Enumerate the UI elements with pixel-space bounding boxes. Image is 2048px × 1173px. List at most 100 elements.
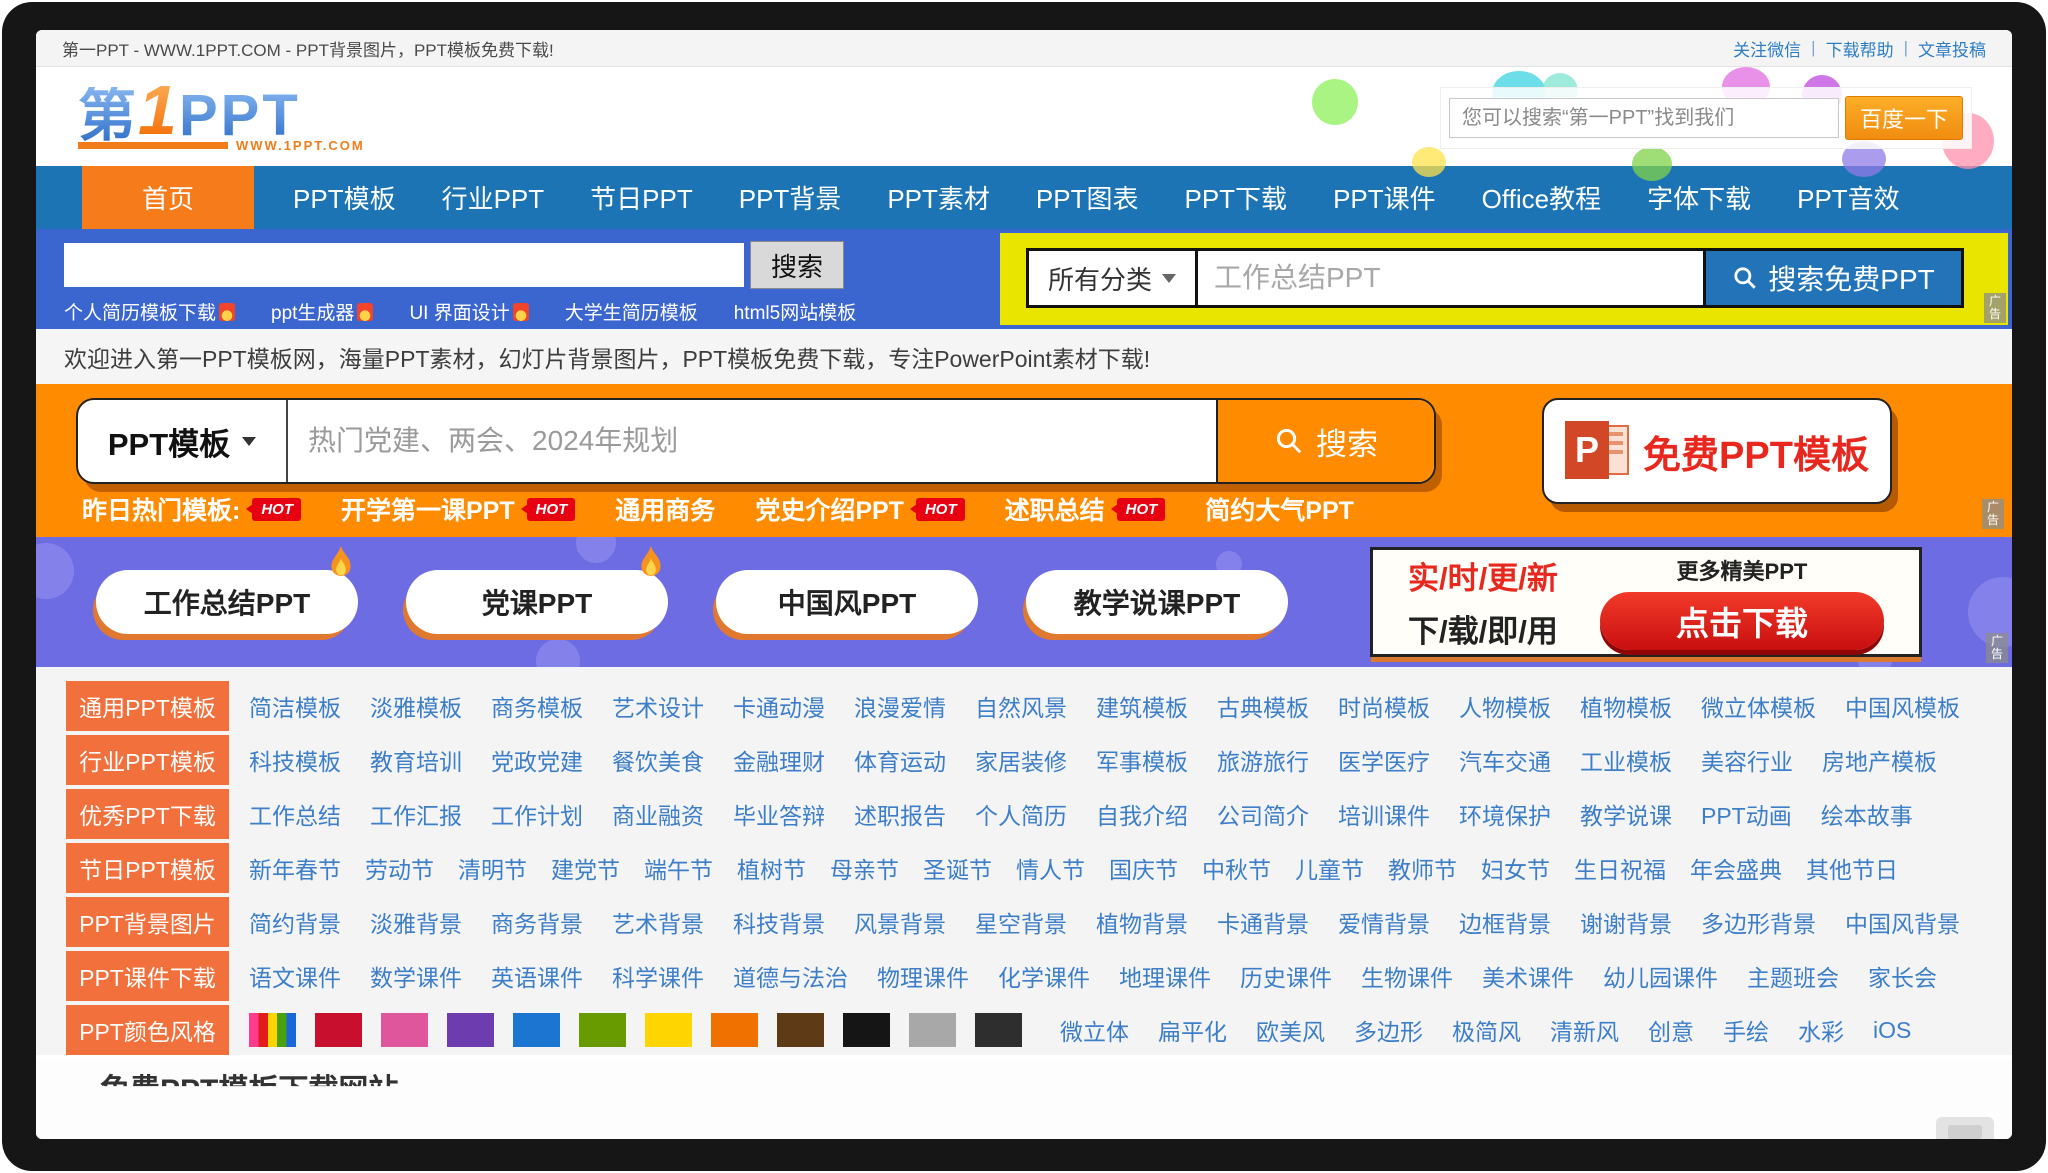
- baidu-search-input[interactable]: [1449, 98, 1839, 138]
- style-link[interactable]: 清新风: [1550, 1013, 1619, 1047]
- nav-item[interactable]: PPT背景: [716, 166, 865, 229]
- nav-item[interactable]: PPT音效: [1774, 166, 1923, 229]
- category-pill-button[interactable]: 中国风PPT: [716, 570, 978, 634]
- category-link[interactable]: 科技模板: [249, 743, 341, 777]
- category-link[interactable]: 教师节: [1388, 851, 1457, 885]
- category-link[interactable]: 道德与法治: [733, 959, 848, 993]
- category-link[interactable]: 卡通背景: [1217, 905, 1309, 939]
- category-link[interactable]: 谢谢背景: [1580, 905, 1672, 939]
- category-link[interactable]: 家长会: [1868, 959, 1937, 993]
- category-link[interactable]: 工作总结: [249, 797, 341, 831]
- category-link[interactable]: 公司简介: [1217, 797, 1309, 831]
- color-swatch[interactable]: [777, 1013, 824, 1047]
- category-link[interactable]: 中国风背景: [1845, 905, 1960, 939]
- template-type-dropdown[interactable]: PPT模板: [78, 400, 288, 482]
- quick-link[interactable]: ppt生成器: [271, 298, 373, 325]
- category-search-button[interactable]: 搜索免费PPT: [1706, 248, 1964, 308]
- category-link[interactable]: 人物模板: [1459, 689, 1551, 723]
- category-link[interactable]: 汽车交通: [1459, 743, 1551, 777]
- template-search-input[interactable]: [288, 400, 1216, 482]
- quick-link[interactable]: UI 界面设计: [409, 298, 528, 325]
- category-link[interactable]: 化学课件: [998, 959, 1090, 993]
- row-label[interactable]: 行业PPT模板: [66, 735, 229, 785]
- floating-widget[interactable]: [1936, 1117, 1994, 1139]
- category-link[interactable]: 卡通动漫: [733, 689, 825, 723]
- nav-item[interactable]: 首页: [82, 166, 254, 229]
- category-link[interactable]: 自我介绍: [1096, 797, 1188, 831]
- category-link[interactable]: 微立体模板: [1701, 689, 1816, 723]
- category-link[interactable]: 淡雅模板: [370, 689, 462, 723]
- color-swatch[interactable]: [579, 1013, 626, 1047]
- category-link[interactable]: 年会盛典: [1690, 851, 1782, 885]
- category-link[interactable]: 艺术背景: [612, 905, 704, 939]
- style-link[interactable]: 手绘: [1723, 1013, 1769, 1047]
- category-link[interactable]: 植物模板: [1580, 689, 1672, 723]
- row-label[interactable]: PPT背景图片: [66, 897, 229, 947]
- style-link[interactable]: 微立体: [1060, 1013, 1129, 1047]
- color-swatch[interactable]: [711, 1013, 758, 1047]
- baidu-search-button[interactable]: 百度一下: [1845, 96, 1963, 140]
- article-submit-link[interactable]: 文章投稿: [1918, 36, 1986, 61]
- category-link[interactable]: 淡雅背景: [370, 905, 462, 939]
- category-link[interactable]: 妇女节: [1481, 851, 1550, 885]
- category-link[interactable]: 物理课件: [877, 959, 969, 993]
- nav-item[interactable]: PPT模板: [270, 166, 419, 229]
- category-link[interactable]: 国庆节: [1109, 851, 1178, 885]
- style-link[interactable]: 扁平化: [1158, 1013, 1227, 1047]
- category-link[interactable]: 科学课件: [612, 959, 704, 993]
- free-ppt-card[interactable]: P 免费PPT模板: [1542, 398, 1892, 504]
- category-link[interactable]: 历史课件: [1240, 959, 1332, 993]
- click-download-button[interactable]: 点击下载: [1600, 592, 1884, 650]
- category-link[interactable]: 生日祝福: [1574, 851, 1666, 885]
- style-link[interactable]: 多边形: [1354, 1013, 1423, 1047]
- category-link[interactable]: 星空背景: [975, 905, 1067, 939]
- category-search-input[interactable]: [1198, 248, 1706, 308]
- color-swatch[interactable]: [975, 1013, 1022, 1047]
- row-label[interactable]: 节日PPT模板: [66, 843, 229, 893]
- category-link[interactable]: 医学医疗: [1338, 743, 1430, 777]
- category-link[interactable]: 商务模板: [491, 689, 583, 723]
- category-link[interactable]: 商业融资: [612, 797, 704, 831]
- category-link[interactable]: 艺术设计: [612, 689, 704, 723]
- category-link[interactable]: 幼儿园课件: [1603, 959, 1718, 993]
- category-link[interactable]: 个人简历: [975, 797, 1067, 831]
- category-dropdown[interactable]: 所有分类: [1026, 248, 1198, 308]
- category-link[interactable]: 培训课件: [1338, 797, 1430, 831]
- category-link[interactable]: 数学课件: [370, 959, 462, 993]
- category-link[interactable]: 中国风模板: [1845, 689, 1960, 723]
- color-swatch[interactable]: [315, 1013, 362, 1047]
- category-link[interactable]: 毕业答辩: [733, 797, 825, 831]
- hot-template-link[interactable]: 述职总结 HOT: [1005, 491, 1166, 527]
- color-swatch[interactable]: [843, 1013, 890, 1047]
- nav-item[interactable]: PPT素材: [864, 166, 1013, 229]
- quick-search-button[interactable]: 搜索: [750, 241, 844, 289]
- category-link[interactable]: 工业模板: [1580, 743, 1672, 777]
- style-link[interactable]: 极简风: [1452, 1013, 1521, 1047]
- category-link[interactable]: 商务背景: [491, 905, 583, 939]
- category-link[interactable]: 爱情背景: [1338, 905, 1430, 939]
- category-link[interactable]: 劳动节: [365, 851, 434, 885]
- quick-search-input[interactable]: [64, 243, 744, 287]
- style-link[interactable]: 欧美风: [1256, 1013, 1325, 1047]
- color-swatch[interactable]: [447, 1013, 494, 1047]
- category-link[interactable]: 军事模板: [1096, 743, 1188, 777]
- row-label[interactable]: PPT课件下载: [66, 951, 229, 1001]
- category-link[interactable]: 母亲节: [830, 851, 899, 885]
- category-link[interactable]: 端午节: [644, 851, 713, 885]
- category-link[interactable]: 儿童节: [1295, 851, 1364, 885]
- color-swatch[interactable]: [381, 1013, 428, 1047]
- category-link[interactable]: 教学说课: [1580, 797, 1672, 831]
- category-link[interactable]: 语文课件: [249, 959, 341, 993]
- category-link[interactable]: 中秋节: [1202, 851, 1271, 885]
- category-link[interactable]: 地理课件: [1119, 959, 1211, 993]
- category-link[interactable]: 体育运动: [854, 743, 946, 777]
- category-link[interactable]: 英语课件: [491, 959, 583, 993]
- category-link[interactable]: 古典模板: [1217, 689, 1309, 723]
- category-link[interactable]: 自然风景: [975, 689, 1067, 723]
- category-link[interactable]: 新年春节: [249, 851, 341, 885]
- category-link[interactable]: 美容行业: [1701, 743, 1793, 777]
- category-link[interactable]: 餐饮美食: [612, 743, 704, 777]
- style-link[interactable]: iOS: [1873, 1017, 1911, 1044]
- category-link[interactable]: 家居装修: [975, 743, 1067, 777]
- category-link[interactable]: 绘本故事: [1821, 797, 1913, 831]
